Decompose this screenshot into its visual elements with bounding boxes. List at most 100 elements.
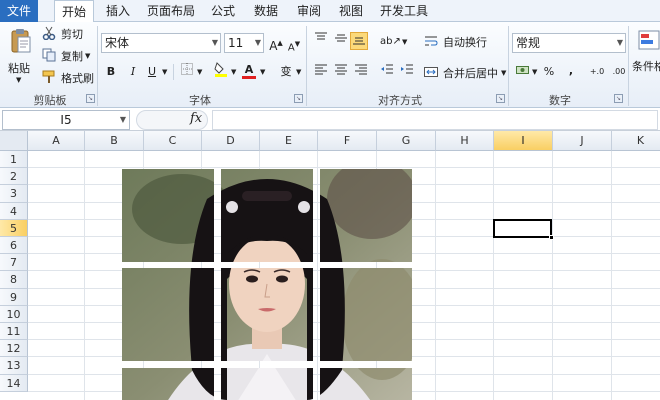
fill-color-button[interactable]	[212, 61, 230, 79]
picture-tile[interactable]	[221, 268, 313, 361]
column-header-k[interactable]: K	[612, 131, 660, 151]
chevron-down-icon[interactable]: ▼	[501, 69, 506, 77]
align-bottom-button[interactable]	[350, 32, 368, 50]
picture-tile[interactable]	[221, 368, 313, 400]
alignment-launcher-icon[interactable]: ↘	[496, 94, 505, 103]
number-launcher-icon[interactable]: ↘	[614, 94, 623, 103]
picture-tile[interactable]	[122, 368, 214, 400]
insert-function-icon[interactable]: fx	[190, 111, 202, 126]
row-header-10[interactable]: 10	[0, 305, 28, 323]
chevron-down-icon[interactable]: ▼	[260, 68, 265, 76]
copy-button[interactable]: 复制 ▼	[42, 48, 90, 64]
font-name-combo[interactable]: 宋体 ▼	[101, 33, 221, 53]
column-header-a[interactable]: A	[28, 131, 85, 151]
shrink-font-button[interactable]: A▼	[285, 35, 303, 53]
bold-button[interactable]: B	[102, 63, 120, 81]
row-header-4[interactable]: 4	[0, 202, 28, 220]
picture-tile[interactable]	[320, 268, 412, 361]
italic-button[interactable]: I	[124, 63, 142, 81]
tab-review[interactable]: 审阅	[291, 0, 327, 22]
chevron-down-icon[interactable]: ▼	[532, 68, 537, 76]
column-header-g[interactable]: G	[377, 131, 436, 151]
row-header-9[interactable]: 9	[0, 288, 28, 306]
font-launcher-icon[interactable]: ↘	[294, 94, 303, 103]
column-header-f[interactable]: F	[318, 131, 377, 151]
chevron-down-icon[interactable]: ▼	[212, 34, 218, 52]
fill-handle[interactable]	[549, 234, 554, 240]
column-header-e[interactable]: E	[260, 131, 318, 151]
name-box[interactable]: I5 ▼	[2, 110, 130, 130]
column-header-c[interactable]: C	[144, 131, 202, 151]
tab-insert[interactable]: 插入	[100, 0, 136, 22]
number-format-combo[interactable]: 常规 ▼	[512, 33, 626, 53]
column-header-j[interactable]: J	[553, 131, 612, 151]
orientation-button[interactable]: ab↗	[380, 32, 401, 50]
chevron-down-icon[interactable]: ▼	[162, 68, 167, 76]
grow-font-button[interactable]: A▲	[267, 34, 285, 53]
tab-page-layout[interactable]: 页面布局	[143, 0, 199, 22]
font-color-button[interactable]: A	[240, 61, 258, 79]
row-header-12[interactable]: 12	[0, 340, 28, 358]
paste-button[interactable]: 粘贴 ▼	[4, 26, 36, 84]
row-header-13[interactable]: 13	[0, 357, 28, 375]
column-header-h[interactable]: H	[436, 131, 494, 151]
merge-center-button[interactable]: 合并后居中 ▼	[424, 65, 506, 81]
borders-button[interactable]	[178, 63, 196, 81]
chevron-down-icon[interactable]: ▼	[231, 68, 236, 76]
picture-tile[interactable]	[320, 169, 412, 262]
worksheet-grid[interactable]: ABCDEFGHIJK 1 2 3 4 5 6 7 8 9 10 11 12 13 14	[0, 131, 660, 400]
tab-file[interactable]: 文件	[0, 0, 38, 22]
accounting-format-button[interactable]	[514, 63, 532, 81]
wrap-text-button[interactable]: 自动换行	[424, 34, 487, 50]
chevron-down-icon[interactable]: ▼	[255, 34, 261, 52]
chevron-down-icon[interactable]: ▼	[617, 34, 623, 52]
row-header-2[interactable]: 2	[0, 168, 28, 186]
percent-button[interactable]: %	[540, 63, 558, 81]
column-header-d[interactable]: D	[202, 131, 260, 151]
row-header-14[interactable]: 14	[0, 374, 28, 392]
picture-tile[interactable]	[221, 169, 313, 262]
cut-button[interactable]: 剪切	[42, 26, 83, 42]
tab-developer[interactable]: 开发工具	[376, 0, 432, 22]
tab-home[interactable]: 开始	[54, 0, 94, 23]
row-header-8[interactable]: 8	[0, 271, 28, 289]
phonetic-button[interactable]: 变	[277, 63, 295, 81]
row-header-5[interactable]: 5	[0, 219, 28, 237]
tab-data[interactable]: 数据	[248, 0, 284, 22]
increase-decimal-button[interactable]: +.0	[586, 63, 608, 81]
select-all-corner[interactable]	[0, 131, 28, 151]
row-header-7[interactable]: 7	[0, 254, 28, 272]
tab-formulas[interactable]: 公式	[205, 0, 241, 22]
row-header-11[interactable]: 11	[0, 323, 28, 341]
font-size-combo[interactable]: 11 ▼	[224, 33, 264, 53]
clipboard-launcher-icon[interactable]: ↘	[86, 94, 95, 103]
column-header-i[interactable]: I	[494, 131, 553, 151]
picture-tile[interactable]	[122, 268, 214, 361]
align-top-button[interactable]	[312, 32, 330, 50]
align-left-button[interactable]	[312, 63, 330, 81]
align-center-button[interactable]	[332, 63, 350, 81]
column-header-b[interactable]: B	[85, 131, 144, 151]
chevron-down-icon[interactable]: ▼	[296, 68, 301, 76]
copy-label: 复制	[61, 50, 83, 63]
row-header-1[interactable]: 1	[0, 151, 28, 169]
align-right-button[interactable]	[352, 63, 370, 81]
chevron-down-icon[interactable]: ▼	[402, 38, 407, 46]
chevron-down-icon[interactable]: ▼	[120, 111, 126, 129]
chevron-down-icon[interactable]: ▼	[197, 68, 202, 76]
picture-tile[interactable]	[122, 169, 214, 262]
conditional-format-button[interactable]: 条件格	[632, 26, 660, 88]
comma-button[interactable]: ,	[562, 62, 580, 80]
tab-view[interactable]: 视图	[333, 0, 369, 22]
decrease-indent-button[interactable]	[378, 63, 396, 81]
increase-indent-button[interactable]	[398, 63, 416, 81]
align-middle-button[interactable]	[332, 32, 350, 50]
picture-tile[interactable]	[320, 368, 412, 400]
underline-button[interactable]: U	[143, 63, 161, 81]
formula-input[interactable]	[212, 110, 658, 130]
decrease-decimal-button[interactable]: .00	[608, 63, 630, 81]
row-header-3[interactable]: 3	[0, 185, 28, 203]
format-painter-button[interactable]: 格式刷	[42, 70, 94, 86]
selected-cell[interactable]	[493, 218, 554, 240]
row-header-6[interactable]: 6	[0, 237, 28, 255]
